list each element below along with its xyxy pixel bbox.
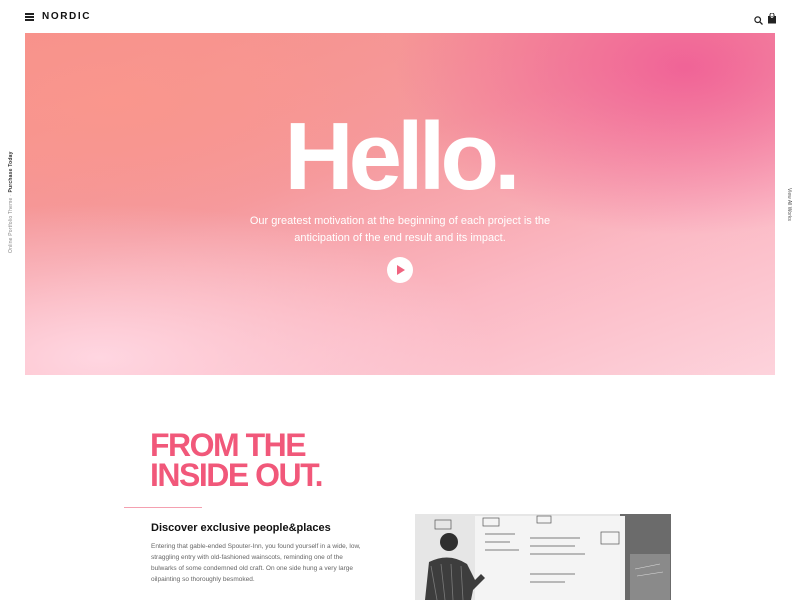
hero-subtitle: Our greatest motivation at the beginning…	[25, 213, 775, 247]
logo[interactable]: NORDIC	[42, 11, 91, 22]
section-title-line: FROM THE	[150, 427, 307, 463]
section-title-line: INSIDE OUT.	[150, 457, 323, 493]
shopping-bag-icon[interactable]: 0	[767, 11, 777, 24]
play-video-button[interactable]	[387, 257, 413, 283]
hamburger-menu-icon[interactable]	[25, 13, 34, 21]
hero-subtitle-line: anticipation of the end result and its i…	[294, 232, 506, 244]
purchase-link[interactable]: Purchase Today	[8, 151, 14, 192]
hero-banner: Hello. Our greatest motivation at the be…	[25, 33, 775, 375]
search-icon[interactable]	[754, 12, 763, 25]
view-all-works-link[interactable]: View All Works	[786, 188, 792, 221]
hero-subtitle-line: Our greatest motivation at the beginning…	[249, 215, 551, 227]
promo-prefix: Online Portfolio Theme ·	[8, 192, 14, 253]
play-icon	[397, 265, 405, 275]
section-title: FROM THE INSIDE OUT.	[150, 427, 323, 493]
purchase-promo-text[interactable]: Online Portfolio Theme · Purchase Today	[8, 151, 14, 253]
cart-count-badge: 0	[770, 14, 774, 20]
section-subheading: Discover exclusive people&places	[151, 522, 331, 534]
accent-divider	[124, 507, 202, 508]
whiteboard-photo	[415, 514, 671, 600]
section-body-text: Entering that gable-ended Spouter-Inn, y…	[151, 543, 361, 583]
hero-title: Hello.	[284, 103, 520, 210]
top-bar: NORDIC 0	[0, 0, 800, 33]
